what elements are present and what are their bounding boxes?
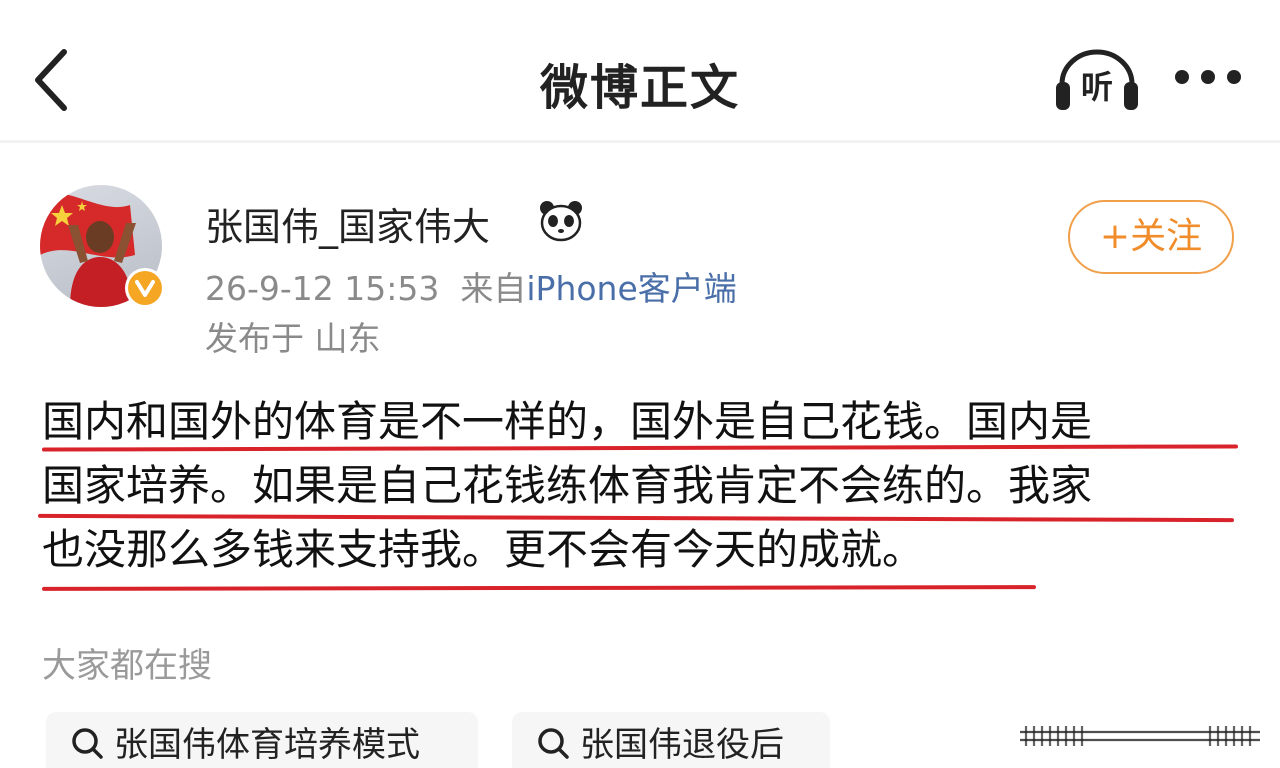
post-text-line: 也没那么多钱来支持我。更不会有今天的成就。 (42, 525, 925, 574)
verified-v-icon (128, 271, 162, 305)
more-button[interactable] (1168, 52, 1248, 102)
listen-label: 听 (1080, 68, 1113, 106)
post-source: iPhone客户端 (526, 269, 737, 308)
search-chip-label: 张国伟体育培养模式 (114, 725, 420, 765)
post-body: 国内和国外的体育是不一样的，国外是自己花钱。国内是 国家培养。如果是自己花钱练体… (42, 392, 1242, 584)
verified-badge (125, 268, 165, 308)
header-divider (0, 140, 1280, 143)
search-heading: 大家都在搜 (42, 646, 212, 686)
source-prefix: 来自 (460, 269, 527, 308)
search-icon (72, 728, 103, 759)
listen-button[interactable]: 听 (1052, 44, 1142, 114)
panda-icon (540, 201, 582, 242)
search-chip-label: 张国伟退役后 (580, 725, 784, 765)
post-text-line: 国家培养。如果是自己花钱练体育我肯定不会练的。我家 (42, 461, 1093, 510)
post-location: 发布于 山东 (205, 319, 381, 358)
red-underline-mark (41, 585, 1037, 591)
watermark-graphic (1020, 722, 1260, 750)
post-meta: 26-9-12 15:53 来自iPhone客户端 (205, 262, 737, 310)
top-bar: 微博正文 听 (0, 0, 1280, 150)
search-chip[interactable]: 张国伟体育培养模式 (46, 712, 478, 768)
post-timestamp: 26-9-12 15:53 (205, 269, 440, 308)
more-dots-icon (1175, 70, 1241, 84)
author-name[interactable]: 张国伟_国家伟大 (205, 196, 490, 251)
weibo-post-page: 微博正文 听 张国伟_国家伟大 26-9-12 15:53 来自iPhone客户… (0, 0, 1280, 768)
follow-button[interactable]: +关注 (1068, 200, 1234, 274)
search-icon (538, 728, 569, 759)
search-chip[interactable]: 张国伟退役后 (512, 712, 830, 768)
